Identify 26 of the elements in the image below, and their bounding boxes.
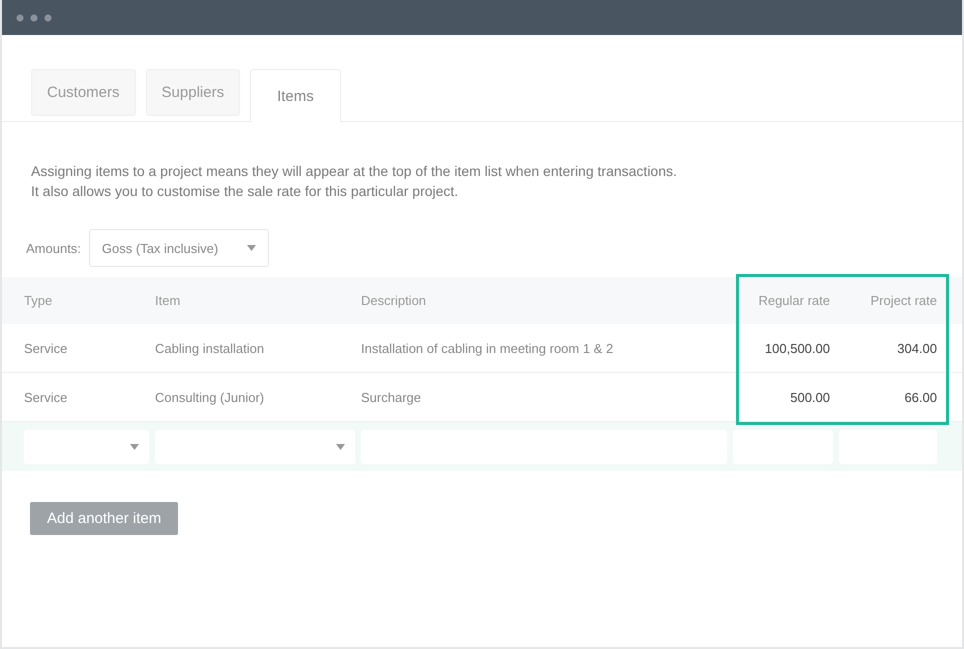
caret-icon: [130, 444, 139, 450]
column-header: Type: [2, 277, 152, 324]
caret-icon: [246, 245, 256, 251]
table-cell: 500.00: [730, 373, 836, 422]
tab[interactable]: Items: [250, 69, 341, 122]
caret-icon: [336, 444, 345, 450]
table-cell: 66.00: [836, 373, 962, 422]
window-dots-icon: [16, 14, 52, 22]
table-cell: 100,500.00: [730, 324, 836, 373]
tab[interactable]: Customers: [31, 69, 136, 116]
column-header: Project rate: [836, 277, 962, 324]
table-cell: Cabling installation: [152, 324, 358, 373]
table-cell: 304.00: [836, 324, 962, 373]
column-header: Regular rate: [730, 277, 836, 324]
tab[interactable]: Suppliers: [146, 69, 240, 116]
intro-text: Assigning items to a project means they will appear at the top of the item list when entering transactions.: [31, 162, 678, 181]
amounts-label: Amounts:: [26, 240, 81, 256]
table-cell: Service: [2, 324, 152, 373]
add-item-button[interactable]: Add another item: [30, 502, 178, 535]
intro-text: It also allows you to customise the sale rate for this particular project.: [31, 182, 460, 201]
amounts-dropdown[interactable]: Goss (Tax inclusive): [88, 229, 269, 267]
select-field[interactable]: [155, 430, 355, 464]
table-cell: Installation of cabling in meeting room 1 & 2: [358, 324, 730, 373]
column-header: Item: [152, 277, 358, 324]
select-field[interactable]: [24, 430, 149, 464]
column-header: Description: [358, 277, 730, 324]
